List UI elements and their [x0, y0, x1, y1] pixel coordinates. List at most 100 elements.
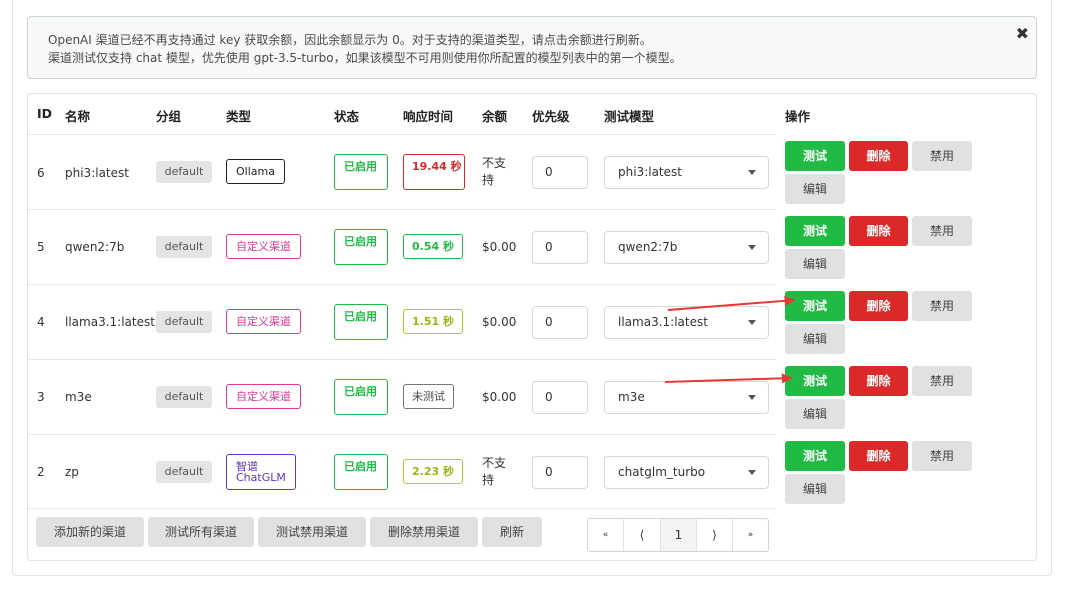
response-time-badge[interactable]: 2.23 秒: [403, 459, 463, 484]
table-row: 2 zp default 智谱 ChatGLM 已启用 2.23 秒 不支持 0…: [28, 434, 972, 509]
test-model-select[interactable]: m3e: [604, 381, 769, 414]
group-badge: default: [156, 236, 212, 258]
disable-button[interactable]: 禁用: [912, 366, 972, 396]
test-model-value: chatglm_turbo: [618, 465, 706, 479]
status-badge: 已启用: [334, 379, 388, 415]
delete-button[interactable]: 删除: [849, 141, 908, 171]
type-badge: 自定义渠道: [226, 234, 301, 259]
delete-button[interactable]: 删除: [849, 216, 908, 246]
chevron-down-icon: [748, 470, 756, 475]
refresh-button[interactable]: 刷新: [482, 517, 542, 547]
header-test-model: 测试模型: [604, 109, 655, 124]
test-model-value: phi3:latest: [618, 165, 682, 179]
close-icon[interactable]: ✖: [1016, 26, 1029, 42]
priority-input[interactable]: 0: [532, 231, 588, 264]
header-name[interactable]: 名称: [65, 106, 90, 125]
table-row: 4 llama3.1:latest default 自定义渠道 已启用 1.51…: [28, 284, 972, 359]
test-button[interactable]: 测试: [785, 141, 845, 171]
delete-disabled-channels-button[interactable]: 删除禁用渠道: [370, 517, 478, 547]
test-model-value: llama3.1:latest: [618, 315, 708, 329]
balance-value[interactable]: $0.00: [482, 239, 516, 256]
status-badge: 已启用: [334, 154, 388, 190]
header-type[interactable]: 类型: [226, 106, 251, 125]
header-group[interactable]: 分组: [156, 106, 181, 125]
type-badge: 自定义渠道: [226, 384, 301, 409]
priority-input[interactable]: 0: [532, 381, 588, 414]
response-time-badge[interactable]: 1.51 秒: [403, 309, 463, 334]
response-time-badge[interactable]: 未测试: [403, 384, 454, 409]
disable-button[interactable]: 禁用: [912, 141, 972, 171]
balance-value[interactable]: 不支持: [482, 155, 512, 189]
test-button[interactable]: 测试: [785, 366, 845, 396]
group-badge: default: [156, 161, 212, 183]
chevron-down-icon: [748, 320, 756, 325]
row-id: 4: [37, 315, 45, 329]
notice-line-2: 渠道测试仅支持 chat 模型，优先使用 gpt-3.5-turbo，如果该模型…: [48, 51, 682, 65]
balance-value[interactable]: 不支持: [482, 455, 512, 489]
edit-button[interactable]: 编辑: [785, 474, 845, 504]
delete-button[interactable]: 删除: [849, 441, 908, 471]
row-name: llama3.1:latest: [65, 315, 155, 329]
test-button[interactable]: 测试: [785, 441, 845, 471]
test-model-select[interactable]: phi3:latest: [604, 156, 769, 189]
disable-button[interactable]: 禁用: [912, 216, 972, 246]
delete-button[interactable]: 删除: [849, 291, 908, 321]
priority-input[interactable]: 0: [532, 156, 588, 189]
edit-button[interactable]: 编辑: [785, 249, 845, 279]
response-time-badge[interactable]: 0.54 秒: [403, 234, 463, 259]
test-disabled-channels-button[interactable]: 测试禁用渠道: [258, 517, 366, 547]
test-button[interactable]: 测试: [785, 216, 845, 246]
next-page-button[interactable]: ⟩: [697, 519, 733, 551]
table-row: 6 phi3:latest default Ollama 已启用 19.44 秒…: [28, 134, 972, 209]
first-page-button[interactable]: «: [588, 519, 624, 551]
balance-value[interactable]: $0.00: [482, 314, 516, 331]
header-response-time[interactable]: 响应时间: [403, 106, 453, 125]
header-status[interactable]: 状态: [334, 106, 359, 125]
priority-input[interactable]: 0: [532, 306, 588, 339]
delete-button[interactable]: 删除: [849, 366, 908, 396]
add-channel-button[interactable]: 添加新的渠道: [36, 517, 144, 547]
test-all-channels-button[interactable]: 测试所有渠道: [148, 517, 254, 547]
row-name: phi3:latest: [65, 166, 129, 180]
status-badge: 已启用: [334, 454, 388, 490]
balance-value[interactable]: $0.00: [482, 389, 516, 406]
row-id: 6: [37, 166, 45, 180]
priority-input[interactable]: 0: [532, 456, 588, 489]
channel-table: ID 名称 分组 类型 状态 响应时间 余额 优先级 测试模型 操作 6 phi…: [27, 93, 1037, 561]
type-badge: Ollama: [226, 159, 285, 184]
edit-button[interactable]: 编辑: [785, 174, 845, 204]
header-balance[interactable]: 余额: [482, 106, 507, 125]
response-time-badge[interactable]: 19.44 秒: [403, 154, 465, 190]
header-priority[interactable]: 优先级: [532, 106, 570, 125]
last-page-button[interactable]: »: [733, 519, 768, 551]
row-id: 2: [37, 465, 45, 479]
page-1-button[interactable]: 1: [661, 519, 697, 551]
row-name: zp: [65, 465, 79, 479]
test-model-select[interactable]: chatglm_turbo: [604, 456, 769, 489]
type-badge: 自定义渠道: [226, 309, 301, 334]
status-badge: 已启用: [334, 229, 388, 265]
type-badge-line-2: ChatGLM: [236, 471, 286, 484]
group-badge: default: [156, 386, 212, 408]
prev-page-button[interactable]: ⟨: [624, 519, 661, 551]
test-model-select[interactable]: llama3.1:latest: [604, 306, 769, 339]
chevron-down-icon: [748, 245, 756, 250]
pagination: « ⟨ 1 ⟩ »: [587, 518, 769, 552]
type-badge: 智谱 ChatGLM: [226, 454, 296, 490]
test-model-value: m3e: [618, 390, 645, 404]
header-id[interactable]: ID: [37, 106, 52, 121]
edit-button[interactable]: 编辑: [785, 399, 845, 429]
status-badge: 已启用: [334, 304, 388, 340]
disable-button[interactable]: 禁用: [912, 441, 972, 471]
header-actions: 操作: [785, 109, 811, 124]
disable-button[interactable]: 禁用: [912, 291, 972, 321]
test-model-value: qwen2:7b: [618, 240, 678, 254]
notice-line-1: OpenAI 渠道已经不再支持通过 key 获取余额，因此余额显示为 0。对于支…: [48, 33, 652, 47]
test-model-select[interactable]: qwen2:7b: [604, 231, 769, 264]
info-notice: OpenAI 渠道已经不再支持通过 key 获取余额，因此余额显示为 0。对于支…: [27, 16, 1037, 79]
group-badge: default: [156, 461, 212, 483]
edit-button[interactable]: 编辑: [785, 324, 845, 354]
table-row: 5 qwen2:7b default 自定义渠道 已启用 0.54 秒 $0.0…: [28, 209, 972, 284]
row-id: 3: [37, 390, 45, 404]
table-row: 3 m3e default 自定义渠道 已启用 未测试 $0.00 0 m3e …: [28, 359, 972, 434]
